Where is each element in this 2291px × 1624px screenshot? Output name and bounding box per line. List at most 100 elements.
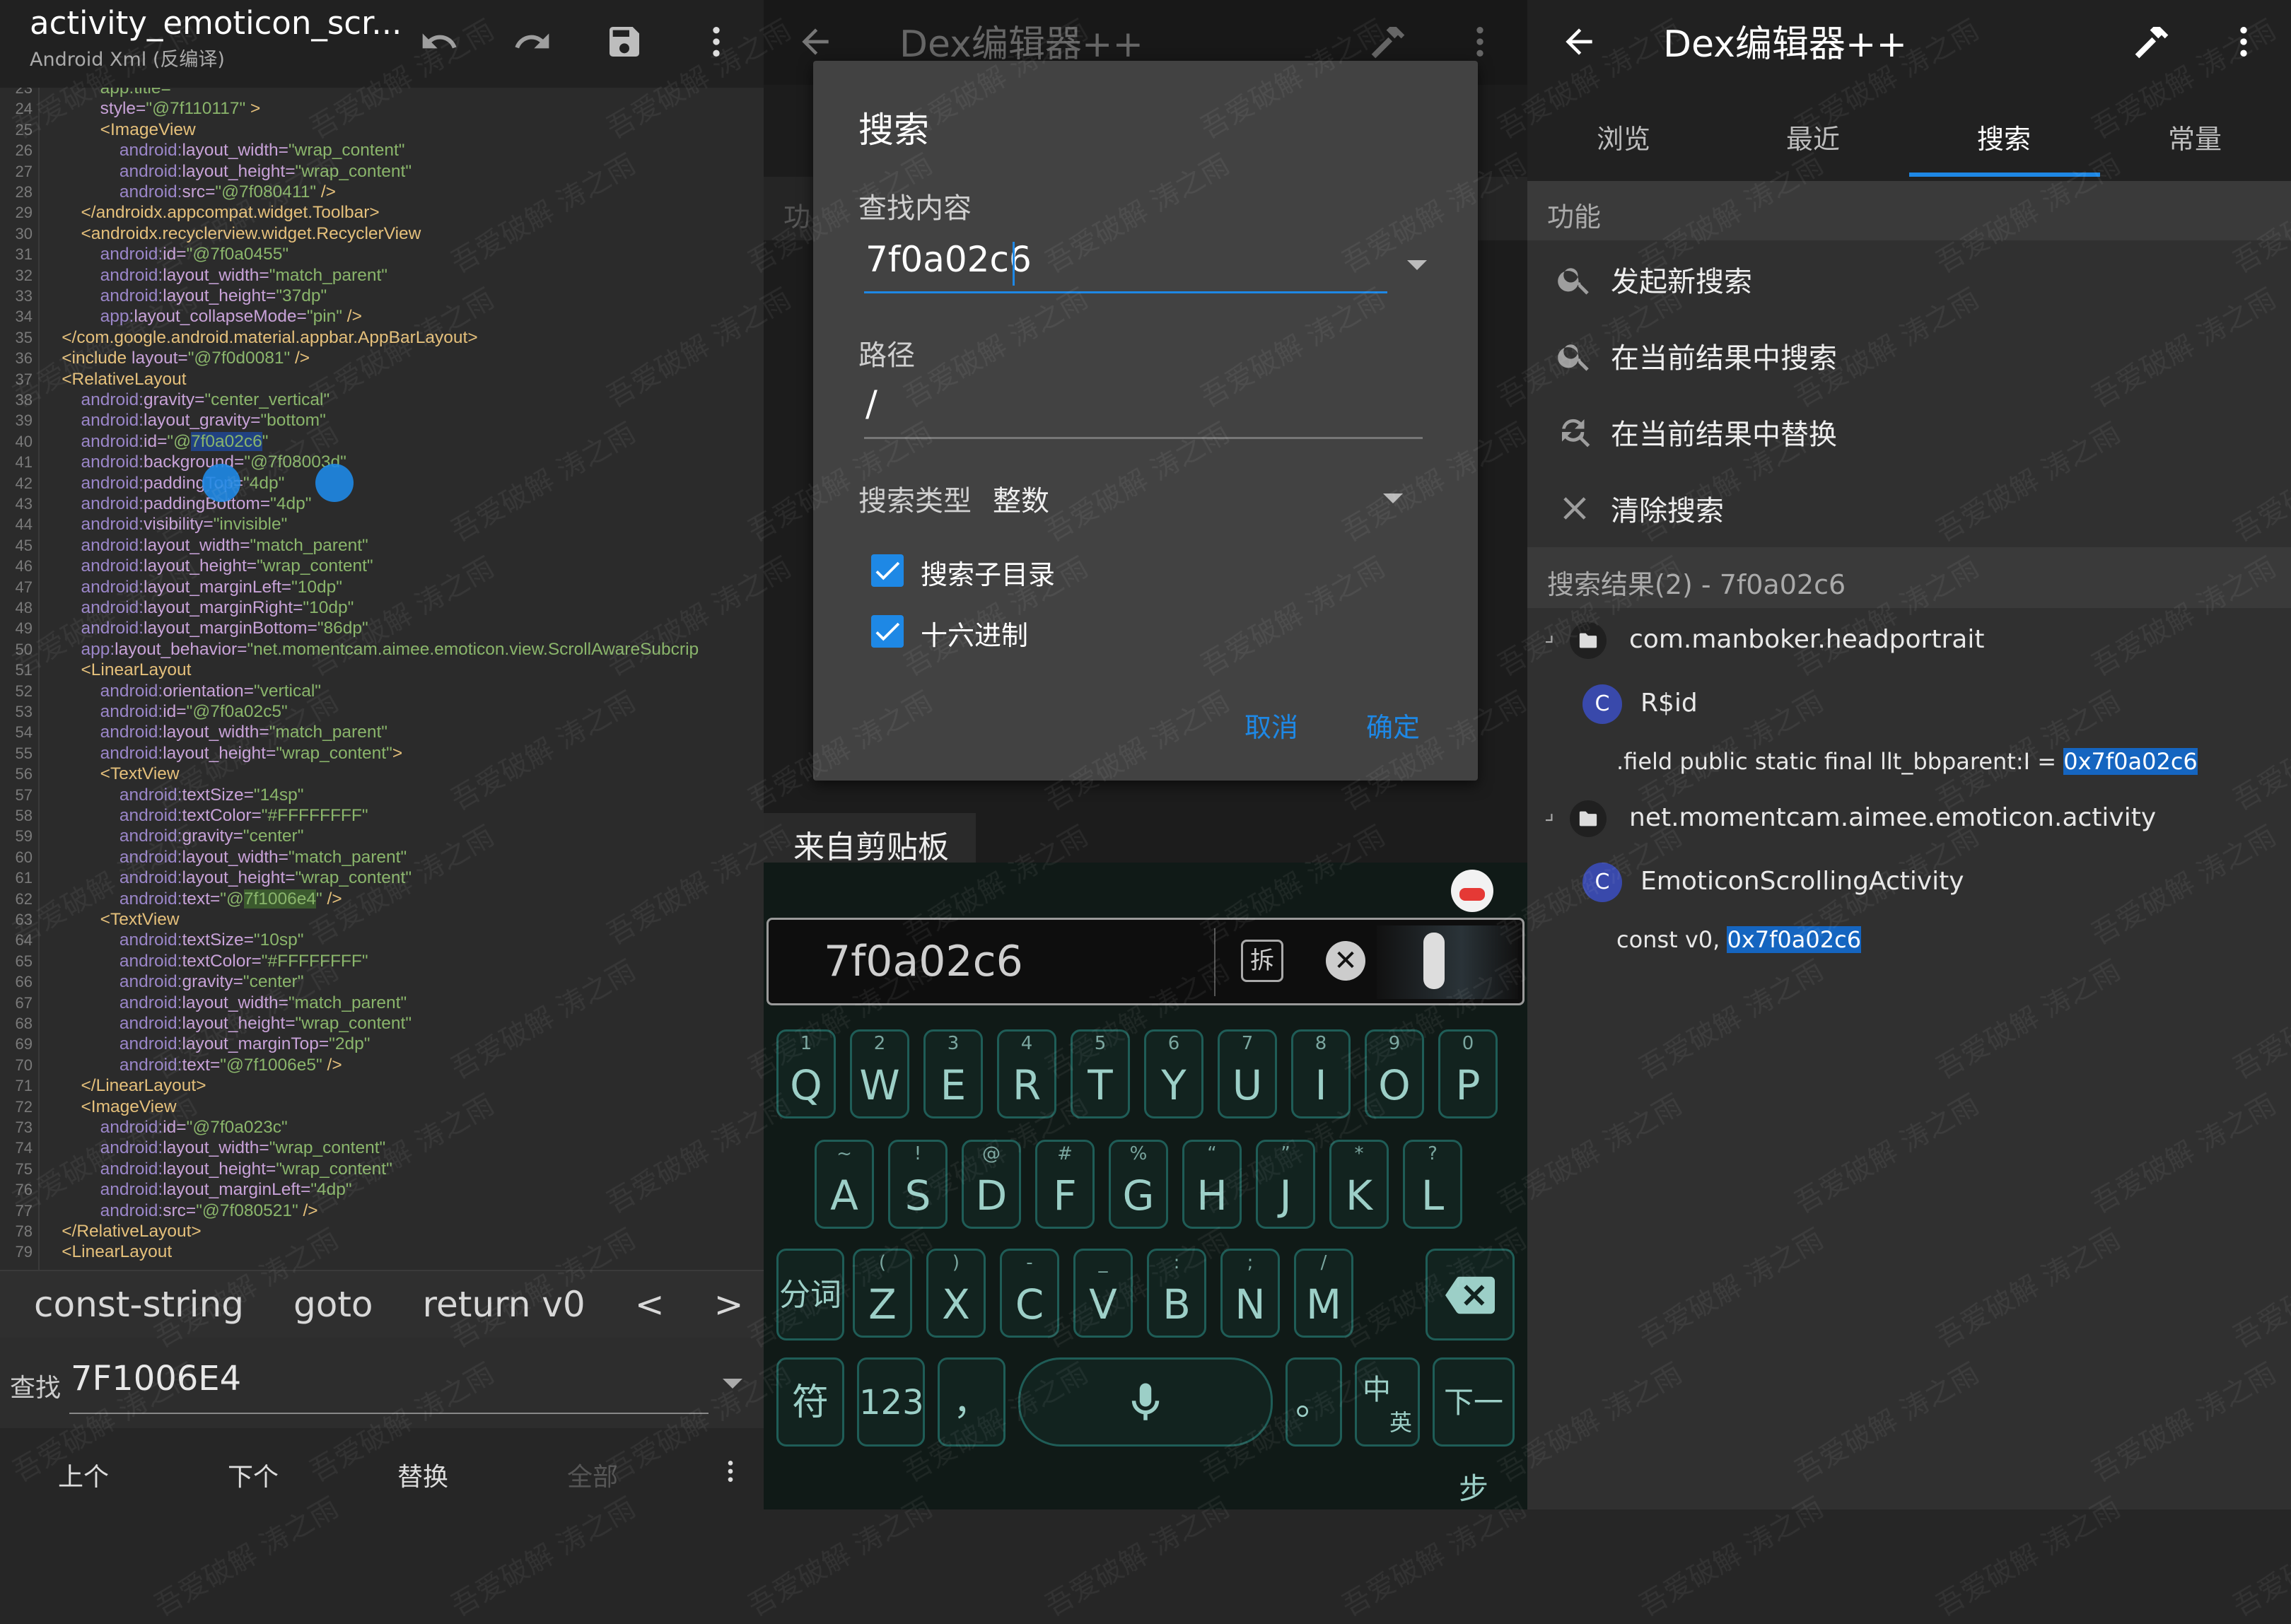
code-line[interactable]: 42 android:paddingTop="4dp" (0, 473, 764, 494)
ok-button[interactable]: 确定 (1366, 706, 1420, 744)
key-v[interactable]: _ V (1073, 1249, 1133, 1338)
key-b[interactable]: :B (1147, 1249, 1206, 1338)
more-vert-icon[interactable] (693, 18, 740, 65)
code-line[interactable]: 60 android:layout_width="match_parent" (0, 847, 764, 868)
key-lang-switch[interactable]: 中 英 (1355, 1357, 1420, 1447)
path-input[interactable]: / (865, 383, 878, 424)
code-line[interactable]: 50 app:layout_behavior="net.momentcam.ai… (0, 639, 764, 660)
code-line[interactable]: 64 android:textSize="10sp" (0, 930, 764, 951)
find-input[interactable]: 7F1006E4 (71, 1359, 241, 1398)
result-code-line[interactable]: .field public static final llt_bbparent:… (1616, 748, 2198, 775)
more-vert-icon[interactable] (707, 1448, 754, 1495)
hammer-icon[interactable] (1365, 18, 1411, 65)
key-symbol[interactable]: 符 (776, 1357, 844, 1447)
code-line[interactable]: 28 android:src="@7f080411" /> (0, 182, 764, 203)
selection-handle[interactable] (315, 464, 354, 502)
code-line[interactable]: 36 <include layout="@7f0d0081" /> (0, 348, 764, 369)
code-line[interactable]: 24 style="@7f110117" > (0, 98, 764, 119)
code-line[interactable]: 66 android:gravity="center" (0, 971, 764, 993)
code-line[interactable]: 54 android:layout_width="match_parent" (0, 722, 764, 743)
key-k[interactable]: * K (1329, 1140, 1389, 1229)
code-line[interactable]: 43 android:paddingBottom="4dp" (0, 493, 764, 515)
key-f[interactable]: # F (1035, 1140, 1095, 1229)
func-new-search[interactable]: 发起新搜索 (1527, 240, 2291, 317)
close-icon[interactable]: ✕ (1326, 941, 1365, 981)
tab-constants[interactable]: 常量 (2168, 117, 2222, 156)
more-vert-icon[interactable] (2220, 18, 2267, 65)
func-replace-in-results[interactable]: 在当前结果中替换 (1527, 393, 2291, 469)
code-line[interactable]: 45 android:layout_width="match_parent" (0, 535, 764, 556)
code-line[interactable]: 40 android:id="@7f0a02c6" (0, 431, 764, 452)
key-a[interactable]: ~ A (815, 1140, 874, 1229)
key-o[interactable]: 9O (1365, 1029, 1424, 1118)
type-dropdown-icon[interactable] (1383, 493, 1403, 503)
code-line[interactable]: 47 android:layout_marginLeft="10dp" (0, 577, 764, 598)
key-h[interactable]: “H (1182, 1140, 1242, 1229)
replace-all-button[interactable]: 全部 (567, 1456, 618, 1493)
code-line[interactable]: 74 android:layout_width="wrap_content" (0, 1138, 764, 1159)
subdir-checkbox[interactable] (871, 554, 904, 587)
code-line[interactable]: 68 android:layout_height="wrap_content" (0, 1013, 764, 1034)
code-line[interactable]: 51 <LinearLayout (0, 660, 764, 681)
key-q[interactable]: 1Q (776, 1029, 836, 1118)
code-line[interactable]: 73 android:id="@7f0a023c" (0, 1117, 764, 1138)
code-line[interactable]: 46 android:layout_height="wrap_content" (0, 556, 764, 577)
collapse-icon[interactable]: ⌟ (1544, 800, 1554, 825)
tab-search[interactable]: 搜索 (1977, 117, 2031, 156)
code-line[interactable]: 78 </RelativeLayout> (0, 1221, 764, 1242)
key-p[interactable]: 0P (1438, 1029, 1498, 1118)
find-dropdown-icon[interactable] (723, 1379, 742, 1389)
undo-icon[interactable] (416, 18, 462, 65)
code-line[interactable]: 71 </LinearLayout> (0, 1075, 764, 1097)
shortcut-return[interactable]: return v0 (423, 1284, 585, 1325)
redo-icon[interactable] (509, 18, 556, 65)
key-m[interactable]: / M (1294, 1249, 1353, 1338)
code-line[interactable]: 77 android:src="@7f080521" /> (0, 1201, 764, 1222)
code-line[interactable]: 39 android:layout_gravity="bottom" (0, 410, 764, 431)
hex-checkbox[interactable] (871, 615, 904, 648)
package-name[interactable]: com.manboker.headportrait (1629, 625, 1984, 654)
key-x[interactable]: ) X (926, 1249, 986, 1338)
code-line[interactable]: 34 app:layout_collapseMode="pin" /> (0, 306, 764, 327)
key-z[interactable]: (Z (853, 1249, 912, 1338)
class-name[interactable]: EmoticonScrollingActivity (1640, 867, 1964, 896)
code-line[interactable]: 44 android:visibility="invisible" (0, 514, 764, 535)
selection-handle[interactable] (202, 464, 240, 502)
key-g[interactable]: % G (1109, 1140, 1168, 1229)
code-line[interactable]: 67 android:layout_width="match_parent" (0, 993, 764, 1014)
code-line[interactable]: 79 <LinearLayout (0, 1242, 764, 1263)
hammer-icon[interactable] (2128, 18, 2175, 65)
code-line[interactable]: 30 <androidx.recyclerview.widget.Recycle… (0, 223, 764, 245)
code-line[interactable]: 33 android:layout_height="37dp" (0, 286, 764, 307)
cancel-button[interactable]: 取消 (1244, 706, 1298, 744)
class-name[interactable]: R$id (1640, 689, 1698, 718)
code-line[interactable]: 29 </androidx.appcompat.widget.Toolbar> (0, 202, 764, 223)
code-line[interactable]: 57 android:textSize="14sp" (0, 785, 764, 806)
key-l[interactable]: ? L (1403, 1140, 1462, 1229)
key-next[interactable]: 下一步 (1433, 1357, 1515, 1506)
key-c[interactable]: -C (1000, 1249, 1059, 1338)
key-s[interactable]: ! S (888, 1140, 948, 1229)
tab-browse[interactable]: 浏览 (1597, 117, 1650, 156)
next-button[interactable]: 下个 (228, 1456, 279, 1493)
code-line[interactable]: 70 android:text="@7f1006e5" /> (0, 1055, 764, 1076)
candidate-text[interactable]: 7f0a02c6 (824, 937, 1023, 986)
code-line[interactable]: 76 android:layout_marginLeft="4dp" (0, 1179, 764, 1201)
key-r[interactable]: 4R (997, 1029, 1056, 1118)
back-arrow-icon[interactable] (1556, 18, 1602, 65)
tab-recent[interactable]: 最近 (1786, 117, 1840, 156)
code-line[interactable]: 75 android:layout_height="wrap_content" (0, 1159, 764, 1180)
code-line[interactable]: 49 android:layout_marginBottom="86dp" (0, 618, 764, 639)
replace-button[interactable]: 替换 (397, 1456, 448, 1493)
code-line[interactable]: 37 <RelativeLayout (0, 369, 764, 390)
code-line[interactable]: 55 android:layout_height="wrap_content"> (0, 743, 764, 764)
shortcut-const-string[interactable]: const-string (34, 1284, 244, 1325)
key-fenci[interactable]: 分词 (776, 1249, 844, 1340)
code-line[interactable]: 72 <ImageView (0, 1097, 764, 1118)
shortcut-goto[interactable]: goto (293, 1284, 373, 1325)
key-w[interactable]: 2W (850, 1029, 909, 1118)
back-arrow-icon[interactable] (792, 18, 839, 65)
key-space[interactable] (1018, 1357, 1273, 1447)
code-line[interactable]: 65 android:textColor="#FFFFFFFF" (0, 951, 764, 972)
save-icon[interactable] (601, 18, 648, 65)
